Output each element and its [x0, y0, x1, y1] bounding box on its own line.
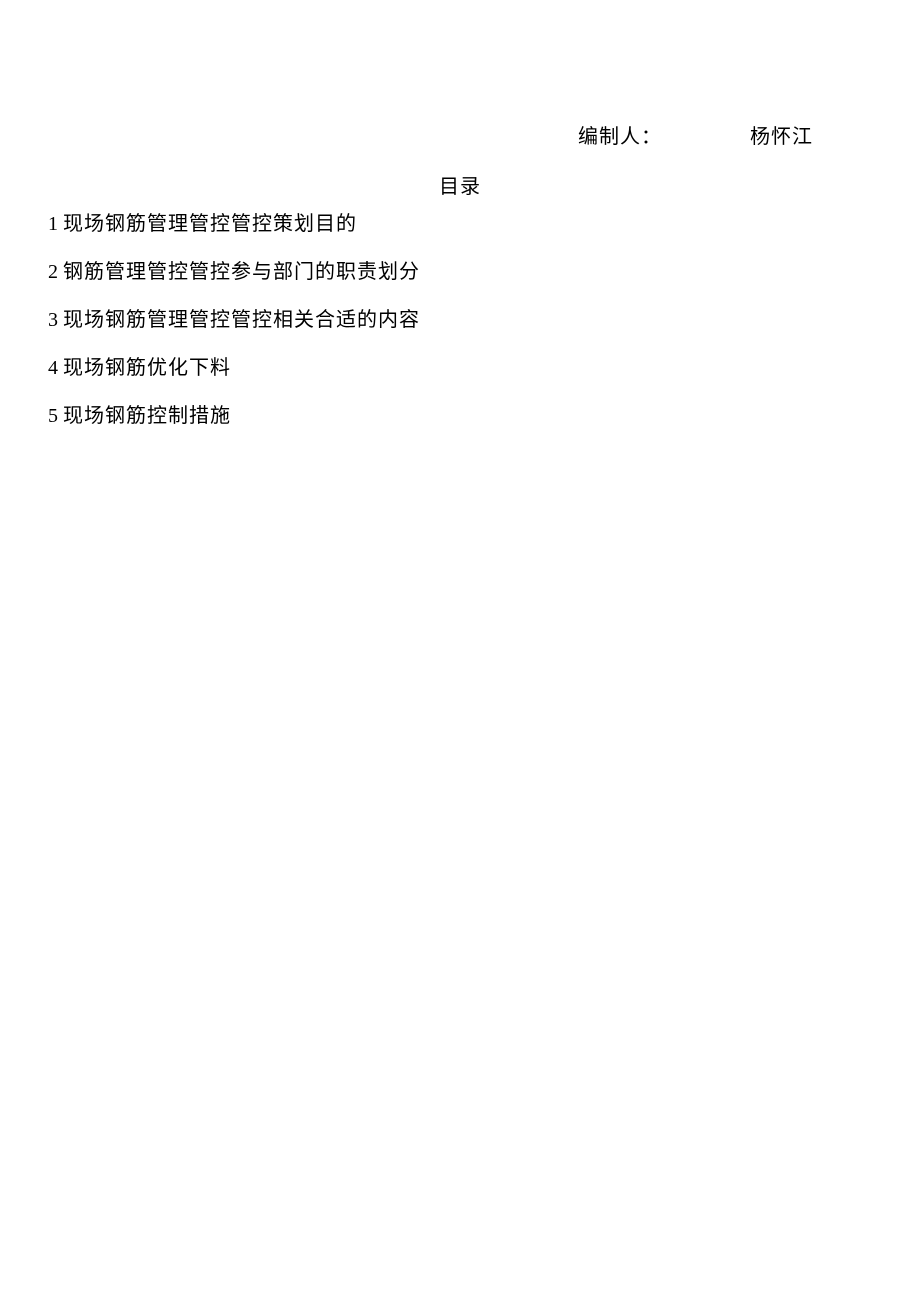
toc-item: 5现场钢筋控制措施 — [48, 392, 420, 440]
toc-item-text: 现场钢筋管理管控管控策划目的 — [63, 213, 357, 235]
toc-item-number: 1 — [48, 213, 59, 235]
author-line: 编制人： 杨怀江 — [0, 120, 920, 149]
toc-item-number: 3 — [48, 309, 59, 331]
toc-item: 2钢筋管理管控管控参与部门的职责划分 — [48, 248, 420, 296]
toc-item-text: 钢筋管理管控管控参与部门的职责划分 — [63, 261, 420, 283]
toc-item: 1现场钢筋管理管控管控策划目的 — [48, 200, 420, 248]
toc-item-number: 4 — [48, 357, 59, 379]
toc-item-text: 现场钢筋优化下料 — [63, 357, 231, 379]
toc-title: 目录 — [0, 170, 920, 199]
toc-list: 1现场钢筋管理管控管控策划目的 2钢筋管理管控管控参与部门的职责划分 3现场钢筋… — [48, 200, 420, 440]
toc-item-number: 5 — [48, 405, 59, 427]
toc-item: 3现场钢筋管理管控管控相关合适的内容 — [48, 296, 420, 344]
toc-item: 4现场钢筋优化下料 — [48, 344, 420, 392]
author-name: 杨怀江 — [750, 120, 813, 149]
author-label: 编制人： — [578, 120, 662, 149]
toc-item-number: 2 — [48, 261, 59, 283]
toc-item-text: 现场钢筋管理管控管控相关合适的内容 — [63, 309, 420, 331]
toc-item-text: 现场钢筋控制措施 — [63, 405, 231, 427]
